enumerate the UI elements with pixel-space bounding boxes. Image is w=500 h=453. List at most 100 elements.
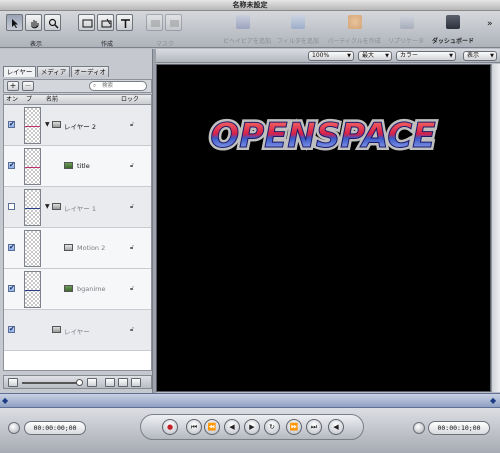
layer-name: bganime [77,285,106,293]
create-group-label: 作成 [100,41,113,48]
layer-enable-checkbox[interactable] [8,325,15,333]
timeline-strip[interactable]: ◆ ◆ [0,393,500,408]
options-button[interactable] [131,378,141,387]
make-particles-button[interactable] [344,15,366,33]
image-icon [64,285,73,292]
channel-value: カラー [400,52,419,59]
mask-icon [151,20,160,27]
layer-row[interactable]: Motion 2 🔓︎ [4,228,151,269]
column-on: オン [6,96,19,103]
current-time-jog[interactable] [8,422,20,434]
add-behavior-button[interactable] [232,15,254,33]
out-point-icon[interactable]: ◆ [490,396,496,406]
playhead-icon[interactable]: ◆ [2,396,8,406]
add-filter-label: フィルタを追加 [277,38,319,45]
dashboard-icon [446,15,460,29]
layer-enable-checkbox[interactable] [8,161,15,169]
rectangle-icon [82,19,93,28]
make-particles-label: パーティクルを作成 [327,38,381,45]
viewer-scrollbar[interactable] [491,64,500,392]
layer-name: レイヤー 2 [64,123,97,131]
thumbnail-size-slider[interactable] [22,382,80,384]
layers-header: オン プ 名前 ロック [3,94,152,105]
add-behavior-label: ビヘイビアを追加 [222,38,271,45]
lock-icon[interactable]: 🔓︎ [130,162,136,169]
layer-row[interactable]: ▼ レイヤー 2 🔓︎ [4,105,151,146]
zoom-popup[interactable]: 100% ▼ [308,51,354,61]
disclosure-triangle-icon[interactable]: ▼ [45,203,50,210]
layer-name: Motion 2 [77,244,106,252]
disclosure-triangle-icon[interactable]: ▼ [45,121,50,128]
add-layer-button[interactable]: + [7,81,19,91]
layer-enable-checkbox[interactable] [8,243,15,251]
add-filter-button[interactable] [287,15,309,33]
small-thumb-icon[interactable] [8,378,18,387]
play-button[interactable]: ▶ [244,419,260,435]
layer-enable-checkbox[interactable] [8,120,15,128]
layer-thumbnail [24,189,41,226]
search-input[interactable]: ⌕ 検索 [89,81,147,91]
layer-enable-checkbox[interactable] [8,203,15,210]
transport-bar: 00:00:00;00 ● ⏮ ⏪ ◀ ▶ ↻ ⏩ ⏭ ◀︎ 00:00:10;… [0,408,500,453]
mask-group-label: マスク [155,41,174,48]
rect-mask-button[interactable] [146,14,163,31]
slider-knob[interactable] [76,379,83,386]
duration-field[interactable]: 00:00:10;00 [428,421,490,435]
replicator-button[interactable] [396,15,418,33]
go-to-end-button[interactable]: ⏭ [306,419,322,435]
search-placeholder: 検索 [102,83,114,89]
lock-icon[interactable]: 🔓︎ [130,326,136,333]
pan-tool-button[interactable] [25,14,42,31]
view-tool-group: 表示 [6,14,66,48]
bezier-tool-button[interactable] [97,14,114,31]
loop-button[interactable]: ↻ [264,419,280,435]
next-frame-button[interactable]: ⏩ [286,419,302,435]
previous-frame-button[interactable]: ⏪ [204,419,220,435]
view-popup[interactable]: 表示 ▼ [463,51,497,61]
rectangle-tool-button[interactable] [78,14,95,31]
popup-arrow-icon: ▼ [347,53,351,59]
large-thumb-icon[interactable] [87,378,97,387]
viewer-options-bar: 100% ▼ 最大 ▼ カラー ▼ 表示 ▼ [156,49,500,63]
remove-layer-button[interactable]: − [22,81,34,91]
bezier-mask-button[interactable] [165,14,182,31]
layer-enable-checkbox[interactable] [8,284,15,292]
toolbar-overflow-button[interactable]: » [487,19,493,29]
list-view-button[interactable] [105,378,115,387]
image-icon [64,162,73,169]
record-button[interactable] [118,378,128,387]
text-tool-button[interactable] [116,14,133,31]
step-back-button[interactable]: ◀ [224,419,240,435]
duration-jog[interactable] [413,422,425,434]
quality-popup[interactable]: 最大 ▼ [358,51,392,61]
create-tool-group: 作成 [78,14,136,48]
go-to-start-button[interactable]: ⏮ [186,419,202,435]
tab-media[interactable]: メディア [37,66,70,77]
layer-row[interactable]: title 🔓︎ [4,146,151,187]
channel-popup[interactable]: カラー ▼ [396,51,456,61]
tab-audio[interactable]: オーディオ [71,66,109,77]
canvas-viewer[interactable]: OPENSPACE OPENSPACE [156,64,491,392]
audio-button[interactable]: ◀︎ [328,419,344,435]
tab-layers[interactable]: レイヤー [3,66,36,77]
layer-thumbnail [24,230,41,267]
arrow-icon [12,19,18,28]
lock-icon[interactable]: 🔓︎ [130,285,136,292]
select-tool-button[interactable] [6,14,23,31]
layer-row[interactable]: bganime 🔓︎ [4,269,151,310]
text-icon [121,19,130,28]
zoom-value: 100% [312,52,330,59]
layer-row[interactable]: ▼ レイヤー 1 🔓︎ [4,187,151,228]
quality-value: 最大 [362,52,375,59]
layer-row[interactable]: レイヤー 🔓︎ [4,310,151,351]
openspace-logo: OPENSPACE OPENSPACE [207,113,438,157]
lock-icon[interactable]: 🔓︎ [130,121,136,128]
hand-icon [31,20,39,29]
dashboard-button[interactable] [442,15,464,33]
zoom-tool-button[interactable] [44,14,61,31]
lock-icon[interactable]: 🔓︎ [130,203,136,210]
current-time-field[interactable]: 00:00:00;00 [24,421,86,435]
lock-icon[interactable]: 🔓︎ [130,244,136,251]
record-button[interactable]: ● [162,419,178,435]
layer-name: レイヤー [64,328,90,336]
